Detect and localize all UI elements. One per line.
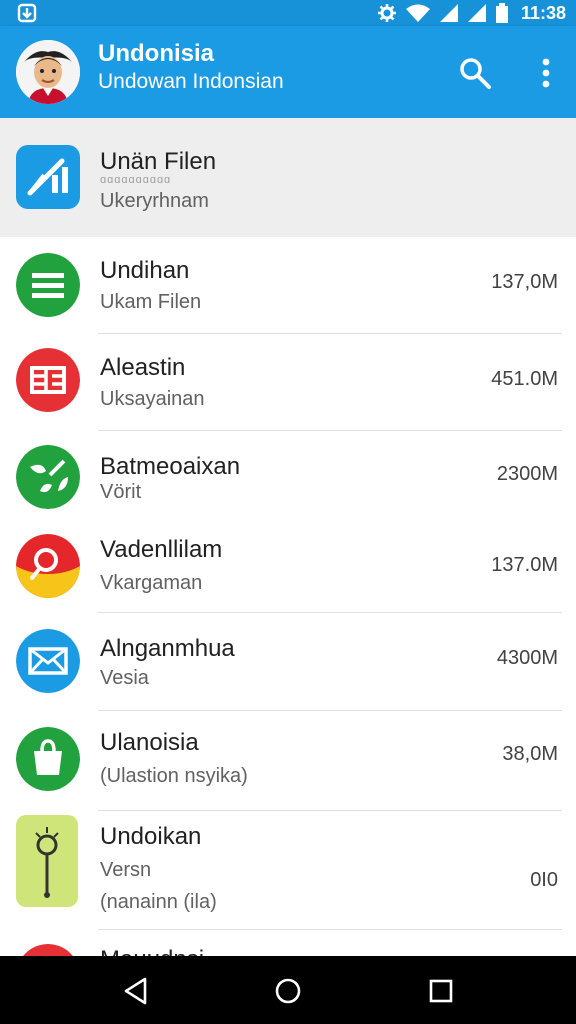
- item-detail: ɑɑɑɑɑɑɑɑɑɑ: [100, 174, 172, 186]
- mail-app-icon: [16, 629, 80, 693]
- item-size: 137,0M: [491, 271, 558, 293]
- app-list: Unän Filen ɑɑɑɑɑɑɑɑɑɑ Ukeryrhnam Undihan…: [0, 118, 576, 956]
- item-subtitle: Ukam Filen: [100, 291, 202, 313]
- item-subtitle: Vkargaman: [100, 572, 203, 594]
- settings-icon: [377, 4, 396, 22]
- app-subtitle: Undowan Indonsian: [98, 70, 284, 93]
- notification-icon: [17, 3, 37, 23]
- list-item[interactable]: Alnganmhua Vesia 4300M: [0, 613, 576, 711]
- item-name: Alnganmhua: [100, 635, 235, 662]
- item-size: 451.0M: [491, 368, 558, 390]
- search-icon[interactable]: [458, 56, 492, 90]
- home-icon[interactable]: [271, 974, 305, 1008]
- item-subtitle: Ukeryrhnam: [100, 190, 209, 212]
- app-title: Undonisia: [98, 40, 215, 67]
- leaf-app-icon: [16, 445, 80, 509]
- list-item[interactable]: Aleastin Uksayainan 451.0M: [0, 334, 576, 431]
- item-name: Mauudnsi: [100, 946, 204, 956]
- item-size: 0I0: [530, 869, 558, 891]
- navigation-bar: [0, 956, 576, 1024]
- list-item[interactable]: Mauudnsi: [0, 930, 576, 956]
- item-subtitle: Uksayainan: [100, 388, 205, 410]
- list-item[interactable]: Vadenllilam Vkargaman 137.0M: [0, 520, 576, 613]
- item-name: Unän Filen: [100, 148, 217, 175]
- bag-app-icon: [16, 727, 80, 791]
- item-subtitle: Vörit: [100, 481, 142, 503]
- item-size: 137.0M: [491, 554, 558, 576]
- list-item[interactable]: Batmeoaixan Vörit 2300M: [0, 431, 576, 520]
- wifi-icon: [405, 4, 430, 22]
- person-avatar-icon: [16, 40, 80, 104]
- status-bar: 11:38: [0, 0, 576, 26]
- item-name: Vadenllilam: [100, 536, 223, 563]
- list-item[interactable]: Undihan Ukam Filen 137,0M: [0, 237, 576, 334]
- search-app-icon: [16, 534, 80, 598]
- avatar[interactable]: [16, 40, 80, 104]
- item-subtitle: Versn: [100, 859, 152, 881]
- status-time: 11:38: [520, 2, 566, 23]
- red-app-icon: [23, 944, 73, 956]
- grid-app-icon: [16, 348, 80, 412]
- signal-icon: [467, 4, 486, 22]
- item-name: Undihan: [100, 257, 190, 284]
- back-icon[interactable]: [119, 974, 153, 1008]
- chart-app-icon: [16, 145, 80, 209]
- item-size: 2300M: [496, 463, 558, 485]
- item-subtitle: Vesia: [100, 667, 149, 689]
- list-app-icon: [16, 253, 80, 317]
- list-item[interactable]: Undoikan Versn (nanainn (ila) 0I0: [0, 811, 576, 930]
- item-name: Undoikan: [100, 823, 202, 850]
- recents-icon[interactable]: [424, 974, 458, 1008]
- signal-icon: [439, 4, 458, 22]
- item-name: Ulanoisia: [100, 729, 199, 756]
- tool-app-icon: [16, 815, 78, 907]
- list-item[interactable]: Unän Filen ɑɑɑɑɑɑɑɑɑɑ Ukeryrhnam: [0, 118, 576, 237]
- more-vert-icon[interactable]: [530, 56, 562, 90]
- item-subtitle: (Ulastion nsyika): [100, 765, 248, 787]
- item-name: Aleastin: [100, 354, 186, 381]
- item-size: 38,0M: [502, 743, 558, 765]
- battery-icon: [495, 3, 508, 23]
- item-name: Batmeoaixan: [100, 453, 241, 480]
- list-item[interactable]: Ulanoisia (Ulastion nsyika) 38,0M: [0, 711, 576, 811]
- item-detail: (nanainn (ila): [100, 891, 217, 913]
- item-size: 4300M: [496, 647, 558, 669]
- app-bar: Undonisia Undowan Indonsian: [0, 26, 576, 118]
